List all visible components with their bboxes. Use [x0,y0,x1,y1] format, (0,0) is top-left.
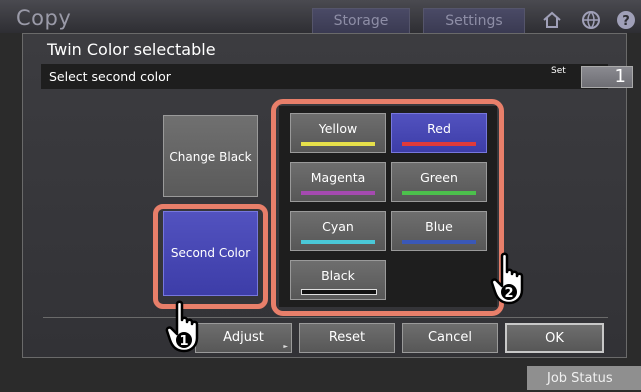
color-stripe [402,142,476,146]
color-button-blue[interactable]: Blue [391,211,487,251]
dialog-title: Twin Color selectable [47,40,216,59]
expand-arrow-icon: ► [283,343,288,350]
globe-icon[interactable] [580,9,602,31]
color-label: Magenta [310,170,366,185]
home-icon[interactable] [541,9,563,31]
color-stripe [301,240,375,244]
color-label: Black [321,268,355,283]
color-stripe [301,289,377,295]
dialog-subtitle: Select second color [49,69,171,84]
tap-hand-icon-2: 2 [490,252,530,306]
reset-button[interactable]: Reset [299,323,395,353]
callout-number: 2 [504,286,513,301]
color-stripe [402,191,476,195]
adjust-label: Adjust [223,330,264,345]
ok-button[interactable]: OK [505,323,604,353]
color-button-green[interactable]: Green [391,162,487,202]
twin-color-dialog: Twin Color selectable Select second colo… [22,33,633,358]
adjust-button[interactable]: Adjust ► [195,323,292,353]
set-value: 1 [581,66,633,88]
color-stripe [301,142,375,146]
color-button-red[interactable]: Red [391,113,487,153]
color-button-magenta[interactable]: Magenta [290,162,386,202]
color-label: Red [427,121,451,136]
color-button-black[interactable]: Black [290,260,386,300]
color-label: Blue [425,219,453,234]
color-stripe [402,240,476,244]
second-color-button[interactable]: Second Color [163,211,258,296]
color-stripe [301,191,375,195]
color-label: Green [420,170,458,185]
dialog-subheader: Select second color Set 1 [41,64,633,89]
change-black-to-button[interactable]: Change Black To [163,115,258,246]
divider [43,317,608,318]
settings-tab[interactable]: Settings [423,8,525,34]
color-grid: Yellow Red Magenta Green Cyan Blue Black [279,106,497,307]
set-label: Set [551,66,566,76]
job-status-button[interactable]: Job Status [527,366,641,390]
color-button-yellow[interactable]: Yellow [290,113,386,153]
app-title: Copy [16,6,72,30]
color-button-cyan[interactable]: Cyan [290,211,386,251]
svg-text:?: ? [622,14,630,29]
tap-hand-icon-1: 1 [165,300,205,354]
callout-number: 1 [179,334,188,349]
color-label: Cyan [322,219,354,234]
cancel-button[interactable]: Cancel [402,323,498,353]
color-label: Yellow [318,121,358,136]
help-icon[interactable]: ? [615,9,637,31]
storage-tab[interactable]: Storage [312,8,410,34]
